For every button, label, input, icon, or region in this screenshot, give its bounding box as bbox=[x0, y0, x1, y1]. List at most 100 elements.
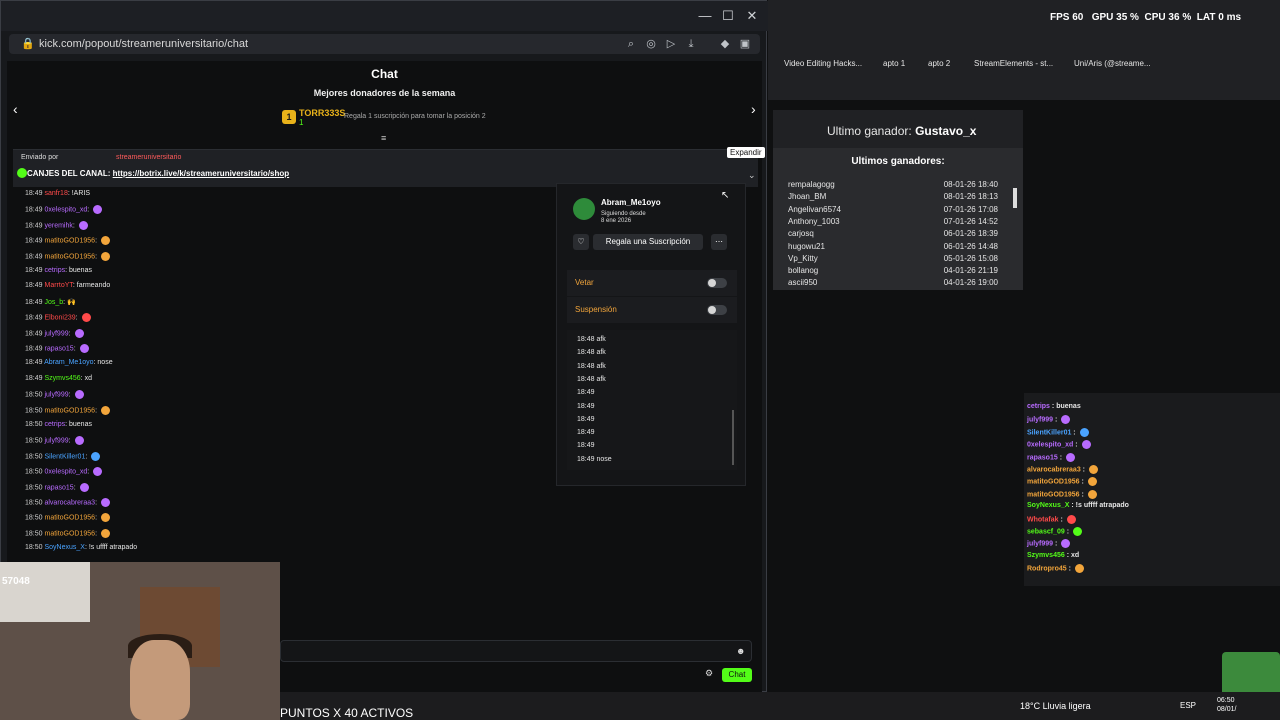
emoji-icon[interactable]: ☻ bbox=[736, 646, 745, 656]
message-username[interactable]: 0xelespito_xd bbox=[44, 469, 87, 476]
message-colon: : bbox=[95, 406, 99, 414]
clock[interactable]: 06:50 08/01/ bbox=[1217, 696, 1236, 714]
overlay-colon: : bbox=[1053, 540, 1060, 548]
emote-icon bbox=[100, 528, 110, 538]
extension-icon[interactable]: ◆ bbox=[717, 36, 733, 52]
message-username[interactable]: matitoGOD1956 bbox=[44, 253, 95, 260]
heart-icon[interactable]: ♡ bbox=[573, 234, 589, 250]
message-username[interactable]: Jos_b bbox=[44, 299, 63, 306]
overlay-text: xd bbox=[1071, 551, 1080, 559]
collapse-icon[interactable]: ≡ bbox=[381, 133, 386, 143]
message-username[interactable]: sanfr18 bbox=[44, 190, 67, 197]
cube-icon[interactable]: ▣ bbox=[737, 36, 753, 52]
chat-input[interactable]: ☻ bbox=[280, 640, 752, 662]
message-username[interactable]: Abram_Me1oyo bbox=[44, 359, 93, 366]
maximize-button[interactable]: ☐ bbox=[717, 7, 739, 25]
log-entry: 18:49 bbox=[577, 429, 595, 437]
top-donor-name[interactable]: TORR333S bbox=[299, 108, 345, 118]
winner-row: Jhoan_BM 08-01-26 18:13 bbox=[788, 192, 998, 201]
message-colon: : bbox=[95, 237, 99, 245]
close-button[interactable]: ✕ bbox=[741, 7, 763, 25]
message-colon: : bbox=[87, 468, 92, 476]
winner-date: 07-01-26 17:08 bbox=[943, 204, 998, 214]
bookmark-item[interactable]: Video Editing Hacks... bbox=[784, 59, 862, 68]
overlay-colon: : bbox=[1053, 416, 1060, 424]
overlay-username: 0xelespito_xd bbox=[1027, 441, 1074, 449]
chevron-down-icon[interactable]: ⌄ bbox=[748, 170, 756, 181]
message-username[interactable]: SoyNexus_X bbox=[44, 544, 84, 551]
more-icon[interactable]: ⋯ bbox=[711, 234, 727, 250]
gpu-value: 35 % bbox=[1116, 12, 1139, 23]
chat-message: 18:49 0xelespito_xd: bbox=[25, 205, 103, 219]
overlay-message: sebascf_09 : bbox=[1027, 527, 1082, 536]
message-time: 18:49 bbox=[25, 222, 43, 230]
message-username[interactable]: matitoGOD1956 bbox=[44, 515, 95, 522]
download-icon[interactable]: ⤓ bbox=[683, 36, 699, 52]
overlay-colon: : bbox=[1079, 491, 1086, 499]
overlay-message: SoyNexus_X : !s uffff atrapado bbox=[1027, 502, 1129, 509]
message-username[interactable]: yeremihk bbox=[44, 222, 72, 229]
taskbar: PUNTOS X 40 ACTIVOS 18°C Lluvia ligera E… bbox=[280, 692, 1280, 720]
language-indicator[interactable]: ESP bbox=[1180, 701, 1196, 710]
message-username[interactable]: matitoGOD1956 bbox=[44, 530, 95, 537]
message-colon: : bbox=[95, 514, 99, 522]
message-username[interactable]: Szymvs456 bbox=[44, 375, 80, 382]
message-username[interactable]: Elboni239 bbox=[44, 315, 75, 322]
url-text[interactable]: kick.com/popout/streameruniversitario/ch… bbox=[39, 38, 248, 50]
message-username[interactable]: alvarocabreraa3 bbox=[44, 499, 95, 506]
gift-sub-button[interactable]: Regala una Suscripción bbox=[593, 234, 703, 250]
shop-link[interactable]: https://botrix.live/k/streameruniversita… bbox=[113, 169, 290, 178]
message-time: 18:49 bbox=[25, 267, 43, 274]
veto-toggle[interactable] bbox=[707, 278, 727, 288]
scrollbar[interactable] bbox=[1013, 188, 1017, 208]
message-username[interactable]: cetrips bbox=[44, 267, 65, 274]
chat-message: 18:50 cetrips: buenas bbox=[25, 421, 92, 435]
message-text: farmeando bbox=[76, 282, 111, 290]
chevron-left-icon[interactable]: ‹ bbox=[13, 101, 18, 117]
pinned-user[interactable]: streameruniversitario bbox=[116, 154, 181, 161]
log-entry: 18:48 afk bbox=[577, 362, 606, 370]
weather-widget[interactable]: 18°C Lluvia ligera bbox=[1020, 701, 1091, 711]
chevron-right-icon[interactable]: › bbox=[751, 101, 756, 117]
message-colon: : bbox=[85, 453, 90, 461]
winner-row: ascii950 04-01-26 19:00 bbox=[788, 278, 998, 287]
user-card: Abram_Me1oyo Siguiendo desde 8 ene 2026 … bbox=[556, 183, 746, 486]
suspension-toggle[interactable] bbox=[707, 305, 727, 315]
message-time: 18:50 bbox=[25, 499, 43, 507]
bookmark-item[interactable]: apto 2 bbox=[928, 59, 950, 68]
message-username[interactable]: julyf999 bbox=[44, 392, 68, 399]
message-username[interactable]: SilentKiller01 bbox=[44, 453, 85, 460]
message-username[interactable]: MarrtoYT bbox=[44, 282, 72, 289]
shield-icon[interactable]: ◎ bbox=[643, 36, 659, 52]
message-username[interactable]: rapaso15 bbox=[44, 484, 73, 491]
bookmark-item[interactable]: apto 1 bbox=[883, 59, 905, 68]
donor-hint: Regala 1 suscripción para tomar la posic… bbox=[344, 113, 486, 120]
address-bar[interactable]: 🔒 kick.com/popout/streameruniversitario/… bbox=[9, 34, 760, 54]
user-message-log: 18:48 afk 18:48 afk 18:48 afk 18:48 afk 18:4… bbox=[567, 330, 737, 470]
message-username[interactable]: julyf999 bbox=[44, 330, 68, 337]
overlay-message: Rodropro45 : bbox=[1027, 564, 1084, 574]
minimize-button[interactable]: — bbox=[694, 7, 716, 25]
scrollbar[interactable] bbox=[732, 410, 734, 465]
message-username[interactable]: matitoGOD1956 bbox=[44, 238, 95, 245]
emote-icon bbox=[78, 220, 88, 230]
message-username[interactable]: 0xelespito_xd bbox=[44, 207, 87, 214]
gear-icon[interactable]: ⚙ bbox=[705, 668, 713, 679]
send-chat-button[interactable]: Chat bbox=[722, 668, 752, 682]
emote-icon bbox=[79, 344, 89, 353]
play-icon[interactable]: ▷ bbox=[663, 36, 679, 52]
message-username[interactable]: cetrips bbox=[44, 421, 65, 428]
search-icon[interactable]: ⌕ bbox=[623, 36, 639, 52]
following-date: 8 ene 2026 bbox=[601, 218, 632, 224]
message-username[interactable]: matitoGOD1956 bbox=[44, 407, 95, 414]
emote-icon bbox=[1088, 465, 1098, 474]
emote-icon bbox=[100, 236, 110, 246]
card-username[interactable]: Abram_Me1oyo bbox=[601, 198, 661, 207]
bookmark-item[interactable]: StreamElements - st... bbox=[974, 59, 1053, 68]
message-username[interactable]: rapaso15 bbox=[44, 345, 73, 352]
chat-message: 18:49 matitoGOD1956: bbox=[25, 236, 110, 250]
message-time: 18:50 bbox=[25, 544, 43, 552]
bookmark-item[interactable]: Uni/Aris (@streame... bbox=[1074, 59, 1151, 68]
message-time: 18:50 bbox=[25, 453, 43, 461]
message-username[interactable]: julyf999 bbox=[44, 438, 68, 445]
